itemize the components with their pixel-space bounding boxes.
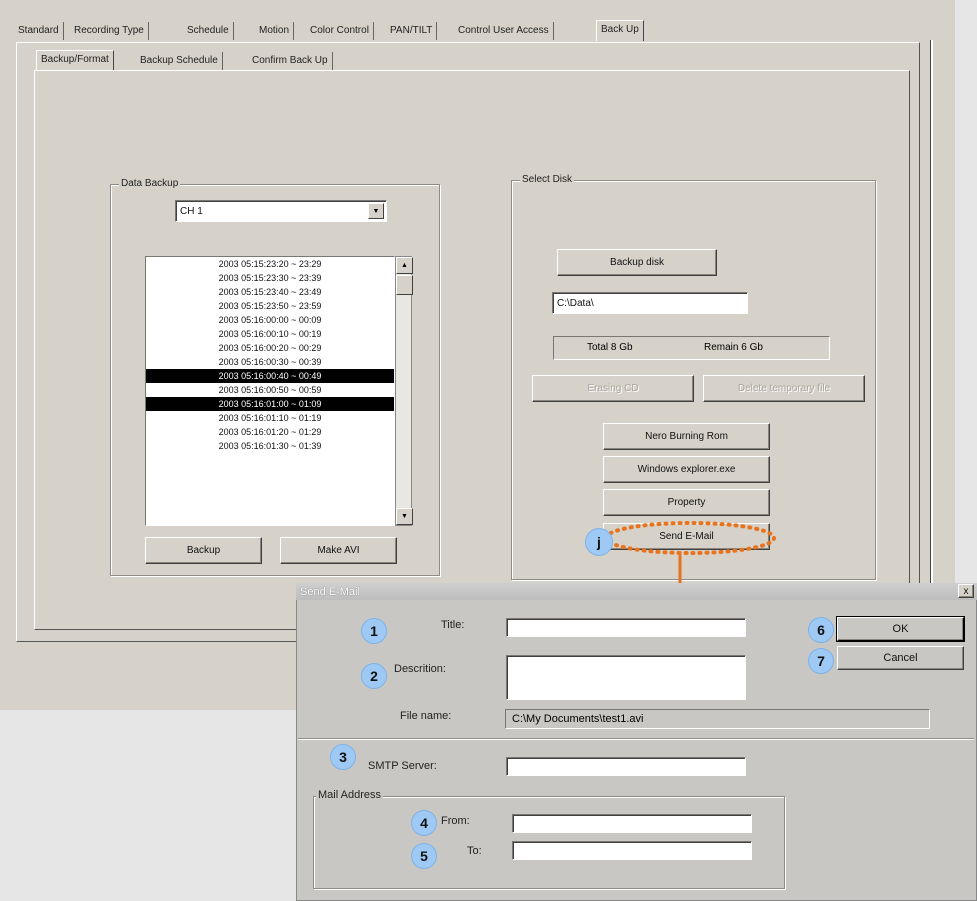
channel-value: CH 1: [180, 205, 203, 217]
ok-button[interactable]: OK: [836, 616, 965, 642]
list-item[interactable]: 2003 05:16:01:00 ~ 01:09: [146, 397, 394, 411]
badge-1: 1: [361, 618, 387, 644]
backup-button[interactable]: Backup: [145, 537, 262, 564]
data-backup-label: Data Backup: [119, 178, 181, 189]
cancel-button[interactable]: Cancel: [837, 646, 964, 670]
to-label: To:: [467, 845, 482, 857]
scroll-thumb[interactable]: [396, 275, 413, 295]
title-label: Title:: [441, 619, 465, 631]
tab-schedule[interactable]: Schedule: [183, 22, 234, 40]
title-input[interactable]: [506, 618, 746, 637]
select-disk-label: Select Disk: [520, 174, 575, 185]
channel-dropdown-chevron-icon[interactable]: ▼: [368, 203, 384, 219]
list-item[interactable]: 2003 05:15:23:50 ~ 23:59: [146, 299, 394, 313]
subtab-backup-format[interactable]: Backup/Format: [36, 50, 114, 71]
callout-dotted-ellipse: [604, 521, 776, 555]
filename-value: C:\My Documents\test1.avi: [512, 713, 644, 725]
list-item[interactable]: 2003 05:16:00:10 ~ 00:19: [146, 327, 394, 341]
subtab-backup-schedule[interactable]: Backup Schedule: [136, 52, 223, 70]
badge-2: 2: [361, 663, 387, 689]
from-input[interactable]: [512, 814, 752, 833]
make-avi-button[interactable]: Make AVI: [280, 537, 397, 564]
smtp-server-input[interactable]: [506, 757, 746, 776]
nero-burning-rom-button[interactable]: Nero Burning Rom: [603, 423, 770, 450]
tab-control-user-access[interactable]: Control User Access: [454, 22, 554, 40]
tab-recording-type[interactable]: Recording Type: [70, 22, 149, 40]
disk-capacity-panel: Total 8 Gb Remain 6 Gb: [553, 336, 830, 360]
to-input[interactable]: [512, 841, 752, 860]
erasing-cd-button[interactable]: Erasing CD: [532, 375, 694, 402]
dialog-divider: [298, 738, 974, 740]
dialog-title: Send E-Mail: [300, 585, 360, 598]
badge-4: 4: [411, 810, 437, 836]
subtab-confirm-back-up[interactable]: Confirm Back Up: [248, 52, 333, 70]
badge-5: 5: [411, 843, 437, 869]
description-input[interactable]: [506, 655, 746, 700]
filename-label: File name:: [400, 710, 452, 722]
description-label: Descrition:: [394, 663, 446, 675]
dialog-close-icon[interactable]: x: [958, 584, 974, 598]
scroll-up-arrow-icon[interactable]: ▲: [396, 257, 413, 274]
delete-temporary-file-button[interactable]: Delete temporary file: [703, 375, 865, 402]
list-item[interactable]: 2003 05:15:23:30 ~ 23:39: [146, 271, 394, 285]
main-tab-bar: Standard Recording Type Schedule Motion …: [14, 20, 674, 42]
list-item[interactable]: 2003 05:16:00:40 ~ 00:49: [146, 369, 394, 383]
tab-back-up[interactable]: Back Up: [596, 20, 644, 41]
smtp-server-label: SMTP Server:: [368, 760, 437, 772]
window-right-border: [930, 40, 933, 655]
list-item[interactable]: 2003 05:16:01:20 ~ 01:29: [146, 425, 394, 439]
channel-select[interactable]: CH 1: [175, 200, 387, 222]
list-item[interactable]: 2003 05:16:00:50 ~ 00:59: [146, 383, 394, 397]
disk-path-field[interactable]: C:\Data\: [552, 292, 748, 314]
badge-6: 6: [808, 617, 834, 643]
list-item[interactable]: 2003 05:16:00:00 ~ 00:09: [146, 313, 394, 327]
list-item[interactable]: 2003 05:15:23:20 ~ 23:29: [146, 257, 394, 271]
disk-path-value: C:\Data\: [557, 297, 594, 309]
callout-badge-j: j: [585, 528, 613, 556]
disk-total-text: Total 8 Gb: [587, 342, 633, 353]
backup-time-list[interactable]: 2003 05:15:23:20 ~ 23:29 2003 05:15:23:30…: [145, 256, 395, 526]
filename-field: C:\My Documents\test1.avi: [505, 709, 930, 729]
list-item[interactable]: 2003 05:15:23:40 ~ 23:49: [146, 285, 394, 299]
tab-motion[interactable]: Motion: [255, 22, 295, 40]
backup-disk-button[interactable]: Backup disk: [557, 249, 717, 276]
from-label: From:: [441, 815, 470, 827]
disk-remain-text: Remain 6 Gb: [704, 342, 763, 353]
list-item[interactable]: 2003 05:16:00:20 ~ 00:29: [146, 341, 394, 355]
property-button[interactable]: Property: [603, 489, 770, 516]
sub-tab-bar: Backup/Format Backup Schedule Confirm Ba…: [36, 50, 376, 71]
dialog-titlebar: Send E-Mail: [296, 583, 977, 600]
list-scrollbar[interactable]: ▲ ▼: [395, 256, 413, 526]
list-item[interactable]: 2003 05:16:00:30 ~ 00:39: [146, 355, 394, 369]
mail-address-label: Mail Address: [316, 789, 383, 801]
windows-explorer-button[interactable]: Windows explorer.exe: [603, 456, 770, 483]
list-item[interactable]: 2003 05:16:01:10 ~ 01:19: [146, 411, 394, 425]
tab-standard[interactable]: Standard: [14, 22, 64, 40]
badge-7: 7: [808, 648, 834, 674]
tab-color-control[interactable]: Color Control: [306, 22, 374, 40]
list-item[interactable]: 2003 05:16:01:30 ~ 01:39: [146, 439, 394, 453]
scroll-down-arrow-icon[interactable]: ▼: [396, 508, 413, 525]
badge-3: 3: [330, 744, 356, 770]
tab-pan-tilt[interactable]: PAN/TILT: [386, 22, 438, 40]
